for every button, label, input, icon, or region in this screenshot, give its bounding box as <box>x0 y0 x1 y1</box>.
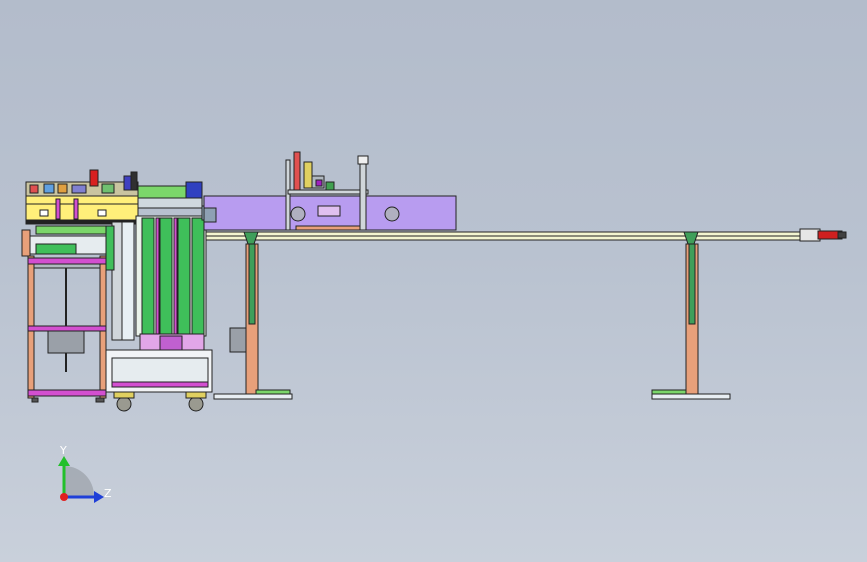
support-stand-1 <box>213 231 293 400</box>
cad-viewport[interactable]: Y Z <box>0 0 867 562</box>
lavender-housing <box>203 195 457 231</box>
machine-drawing: Y Z <box>21 151 847 503</box>
coordinate-triad: Y Z <box>58 444 112 503</box>
y-axis-label: Y <box>59 444 67 457</box>
support-stand-2 <box>651 231 731 400</box>
z-axis-label: Z <box>104 487 112 500</box>
conveyor-rail <box>205 228 847 242</box>
